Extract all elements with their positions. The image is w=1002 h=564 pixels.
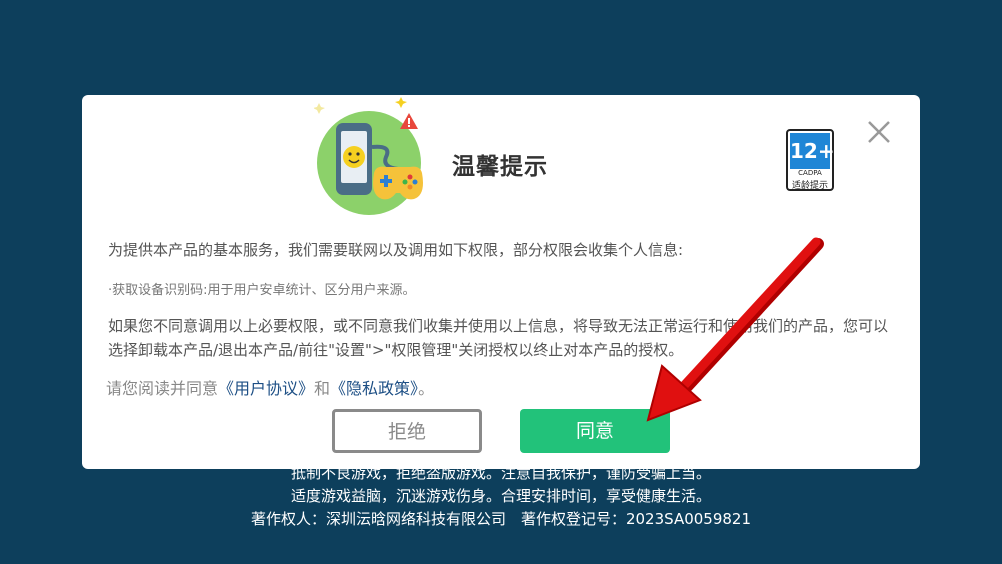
agreement-and: 和 (314, 379, 331, 398)
footer-line-3: 著作权人：深圳沄晗网络科技有限公司 著作权登记号：2023SA0059821 (250, 510, 752, 528)
age-rating-label: 适龄提示 (791, 181, 828, 191)
copyright-footer: 抵制不良游戏，拒绝盗版游戏。注意自我保护，谨防受骗上当。 适度游戏益脑，沉迷游戏… (0, 462, 1002, 531)
agreement-line: 请您阅读并同意《用户协议》和《隐私政策》。 (106, 375, 434, 399)
permission-item: ·获取设备识别码:用于用户安卓统计、区分用户来源。 (108, 283, 416, 298)
age-rating-badge: 12+ CADPA 适龄提示 (786, 129, 835, 191)
age-rating-number: 12+ (790, 133, 835, 169)
close-icon (868, 121, 890, 143)
age-rating-org: CADPA (798, 169, 822, 177)
intro-text: 为提供本产品的基本服务，我们需要联网以及调用如下权限，部分权限会收集个人信息: (108, 241, 684, 259)
privacy-policy-link[interactable]: 《隐私政策》 (330, 379, 418, 398)
refuse-button[interactable]: 拒绝 (332, 409, 482, 453)
phone-gamepad-illustration-icon (314, 97, 423, 215)
user-agreement-link[interactable]: 《用户协议》 (218, 379, 314, 398)
agreement-suffix: 。 (418, 379, 435, 398)
agree-button[interactable]: 同意 (520, 409, 670, 453)
dialog-title: 温馨提示 (452, 154, 548, 180)
agreement-prefix: 请您阅读并同意 (106, 379, 219, 398)
refusal-notice: 如果您不同意调用以上必要权限，或不同意我们收集并使用以上信息，将导致无法正常运行… (108, 317, 889, 359)
footer-line-2: 适度游戏益脑，沉迷游戏伤身。合理安排时间，享受健康生活。 (290, 487, 711, 505)
close-button[interactable] (864, 117, 894, 147)
permission-dialog: 温馨提示 12+ CADPA 适龄提示 为提供本产品的基本服务，我们需要联网以及… (82, 95, 920, 469)
